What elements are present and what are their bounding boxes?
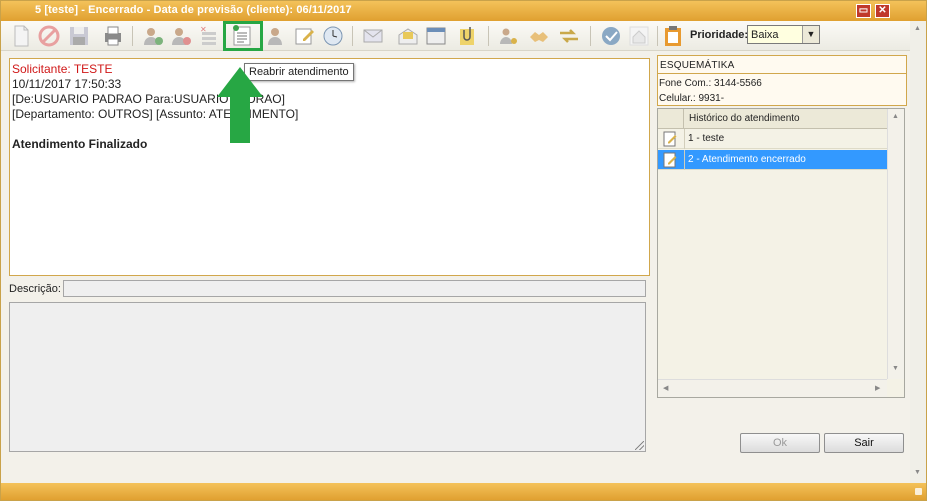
toolbar-separator <box>132 26 133 46</box>
clock-icon[interactable] <box>321 24 345 48</box>
history-row-label: 2 - Atendimento encerrado <box>688 154 806 165</box>
user-transfer-icon[interactable] <box>263 24 287 48</box>
exit-button[interactable]: Sair <box>824 433 904 453</box>
priority-select[interactable]: Baixa ▼ <box>747 25 820 44</box>
toolbar-separator <box>352 26 353 46</box>
users-group-icon[interactable] <box>497 24 521 48</box>
reply-textarea[interactable] <box>9 302 646 452</box>
table-row[interactable]: 2 - Atendimento encerrado <box>658 150 887 170</box>
history-header-label[interactable]: Histórico do atendimento <box>689 113 800 124</box>
vertical-scrollbar[interactable]: ▲ ▼ <box>887 109 904 379</box>
delete-list-icon[interactable]: ✕ <box>197 24 221 48</box>
resize-grip-icon[interactable] <box>915 488 922 495</box>
close-icon[interactable]: ✕ <box>875 4 890 18</box>
horizontal-scrollbar[interactable]: ◀ ▶ <box>658 379 887 397</box>
toolbar-separator <box>657 26 658 46</box>
divider <box>658 73 906 74</box>
header-icon-column <box>658 109 684 129</box>
resize-grip-icon[interactable] <box>635 441 644 450</box>
clipboard-icon[interactable] <box>661 24 685 48</box>
window-title: 5 [teste] - Encerrado - Data de previsão… <box>35 4 352 16</box>
new-document-icon[interactable] <box>9 24 33 48</box>
open-mail-icon[interactable] <box>396 24 420 48</box>
table-row[interactable]: 1 - teste <box>658 129 887 149</box>
contact-phone: Fone Com.: 3144-5566 <box>659 78 762 89</box>
toolbar-separator <box>488 26 489 46</box>
description-input[interactable] <box>63 280 646 297</box>
svg-text:✕: ✕ <box>200 25 207 34</box>
cancel-icon[interactable] <box>37 24 61 48</box>
minimize-icon[interactable]: ▭ <box>856 4 871 18</box>
scroll-up-icon[interactable]: ▲ <box>914 25 921 32</box>
print-icon[interactable] <box>101 24 125 48</box>
message-dept-subject: [Departamento: OUTROS] [Assunto: ATENDIM… <box>12 107 299 121</box>
chevron-down-icon[interactable]: ▼ <box>802 26 819 43</box>
email-icon[interactable] <box>361 24 385 48</box>
green-arrow-icon <box>217 67 263 143</box>
edit-note-icon[interactable] <box>293 24 317 48</box>
scroll-up-icon[interactable]: ▲ <box>892 113 899 120</box>
highlight-reopen <box>223 21 263 51</box>
user-reject-icon[interactable] <box>169 24 193 48</box>
scroll-right-icon[interactable]: ▶ <box>875 384 880 392</box>
window-scrollbar[interactable]: ▲ ▼ <box>910 21 926 483</box>
message-from-to: [De:USUARIO PADRAO Para:USUARIO PADRAO] <box>12 92 285 106</box>
contact-panel: ESQUEMÁTIKA Fone Com.: 3144-5566 Celular… <box>657 55 907 106</box>
note-icon <box>663 131 677 147</box>
contact-name: ESQUEMÁTIKA <box>660 60 735 71</box>
save-icon[interactable] <box>67 24 91 48</box>
check-circle-icon[interactable] <box>599 24 623 48</box>
home-icon[interactable] <box>627 24 651 48</box>
ok-button[interactable]: Ok <box>740 433 820 453</box>
user-accept-icon[interactable] <box>141 24 165 48</box>
transfer-arrows-icon[interactable] <box>557 24 581 48</box>
handshake-icon[interactable] <box>527 24 551 48</box>
priority-value: Baixa <box>751 29 779 41</box>
note-icon <box>663 152 677 168</box>
scroll-down-icon[interactable]: ▼ <box>914 469 921 476</box>
attachment-icon[interactable] <box>456 24 480 48</box>
priority-label: Prioridade: <box>690 29 749 41</box>
window-icon[interactable] <box>424 24 448 48</box>
history-header: Histórico do atendimento <box>658 109 887 129</box>
description-label: Descrição: <box>9 283 61 295</box>
message-status: Atendimento Finalizado <box>12 137 148 151</box>
toolbar-separator <box>590 26 591 46</box>
message-view: Solicitante: TESTE 10/11/2017 17:50:33 [… <box>9 58 650 276</box>
status-bar <box>1 483 926 500</box>
history-row-label: 1 - teste <box>688 133 725 144</box>
cell-separator <box>684 150 685 170</box>
scroll-left-icon[interactable]: ◀ <box>663 384 668 392</box>
ticket-window: 5 [teste] - Encerrado - Data de previsão… <box>0 0 927 501</box>
contact-cell: Celular.: 9931- <box>659 93 725 104</box>
title-bar: 5 [teste] - Encerrado - Data de previsão… <box>1 1 926 21</box>
scroll-down-icon[interactable]: ▼ <box>892 365 899 372</box>
cell-separator <box>684 129 685 149</box>
history-grid: Histórico do atendimento 1 - teste 2 - A… <box>657 108 905 398</box>
